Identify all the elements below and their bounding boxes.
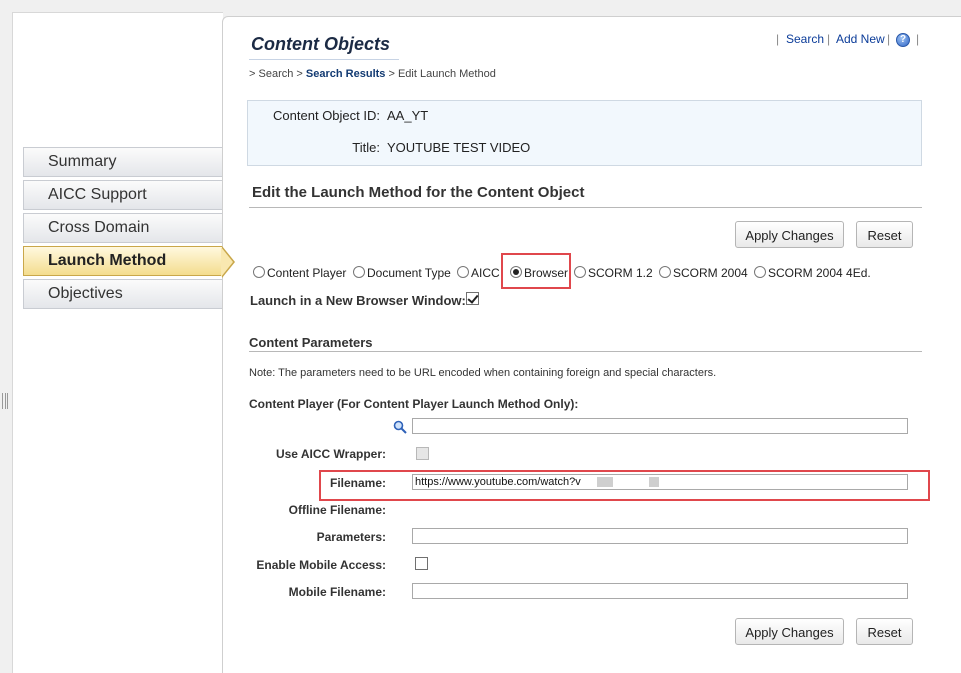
- mobile-access-label: Enable Mobile Access:: [256, 558, 386, 572]
- parameters-label: Parameters:: [316, 530, 386, 544]
- breadcrumb-current: Edit Launch Method: [397, 68, 496, 80]
- offline-filename-label: Offline Filename:: [288, 503, 386, 517]
- sidebar: Summary AICC Support Cross Domain Launch…: [12, 12, 223, 673]
- browser-highlight-box: [501, 253, 571, 289]
- radio-button[interactable]: [253, 266, 265, 278]
- sidebar-item-label: Cross Domain: [48, 219, 150, 236]
- content-object-id-value: AA_YT: [387, 108, 429, 123]
- mobile-access-checkbox[interactable]: [415, 557, 428, 570]
- radio-label: SCORM 1.2: [588, 266, 653, 280]
- radio-label: AICC: [471, 266, 500, 280]
- apply-changes-button[interactable]: Apply Changes: [735, 221, 844, 248]
- breadcrumb-search-results[interactable]: Search Results: [306, 68, 385, 80]
- parameters-input[interactable]: [412, 528, 908, 544]
- sidebar-item-aicc-support[interactable]: AICC Support: [23, 180, 223, 210]
- breadcrumb-search[interactable]: Search: [259, 68, 294, 80]
- splitter-handle[interactable]: [2, 393, 8, 409]
- sidebar-item-label: AICC Support: [48, 186, 147, 203]
- mobile-filename-label: Mobile Filename:: [288, 585, 386, 599]
- breadcrumb-separator: >: [296, 68, 303, 80]
- main-panel: Content Objects | Search | Add New | ? |…: [222, 16, 961, 673]
- filename-highlight-box: [319, 470, 930, 501]
- search-link[interactable]: Search: [786, 32, 824, 46]
- edit-launch-heading: Edit the Launch Method for the Content O…: [252, 184, 585, 201]
- sidebar-item-launch-method[interactable]: Launch Method: [23, 246, 223, 276]
- breadcrumb-separator: >: [249, 68, 256, 80]
- sidebar-item-label: Objectives: [48, 285, 123, 302]
- sidebar-item-summary[interactable]: Summary: [23, 147, 223, 177]
- aicc-wrapper-label: Use AICC Wrapper:: [275, 447, 386, 461]
- radio-button[interactable]: [754, 266, 766, 278]
- breadcrumb-separator: >: [388, 68, 395, 80]
- active-tab-arrow-fill: [221, 247, 233, 277]
- content-object-id-label: Content Object ID:: [273, 108, 380, 123]
- new-window-label: Launch in a New Browser Window:: [250, 293, 466, 308]
- sidebar-item-label: Summary: [48, 153, 117, 170]
- content-player-label: Content Player (For Content Player Launc…: [249, 397, 579, 411]
- page-title: Content Objects: [251, 34, 391, 54]
- sidebar-item-objectives[interactable]: Objectives: [23, 279, 223, 309]
- content-parameters-heading: Content Parameters: [249, 335, 373, 350]
- radio-button[interactable]: [353, 266, 365, 278]
- radio-button[interactable]: [659, 266, 671, 278]
- link-separator: |: [887, 32, 891, 46]
- add-new-link[interactable]: Add New: [836, 32, 885, 46]
- title-value: YOUTUBE TEST VIDEO: [387, 140, 531, 155]
- search-icon[interactable]: [393, 420, 407, 434]
- sidebar-item-cross-domain[interactable]: Cross Domain: [23, 213, 223, 243]
- title-underline: [249, 59, 399, 60]
- radio-label: SCORM 2004: [673, 266, 748, 280]
- section-divider: [249, 207, 922, 208]
- radio-label: Document Type: [367, 266, 451, 280]
- breadcrumb: > Search > Search Results > Edit Launch …: [249, 68, 496, 80]
- link-separator: |: [916, 32, 920, 46]
- content-player-input[interactable]: [412, 418, 908, 434]
- radio-button[interactable]: [574, 266, 586, 278]
- sidebar-item-label: Launch Method: [48, 252, 167, 269]
- link-separator: |: [827, 32, 831, 46]
- mobile-filename-input[interactable]: [412, 583, 908, 599]
- help-icon[interactable]: ?: [896, 33, 910, 47]
- radio-button[interactable]: [457, 266, 469, 278]
- new-window-checkbox[interactable]: [466, 292, 479, 305]
- title-label: Title:: [352, 140, 380, 155]
- link-separator: |: [776, 32, 780, 46]
- aicc-wrapper-checkbox[interactable]: [416, 447, 429, 460]
- radio-label: Content Player: [267, 266, 347, 280]
- url-encoding-note: Note: The parameters need to be URL enco…: [249, 367, 717, 379]
- reset-button-bottom[interactable]: Reset: [856, 618, 913, 645]
- content-object-info: Content Object ID: AA_YT Title: YOUTUBE …: [247, 100, 922, 166]
- radio-label: SCORM 2004 4Ed.: [768, 266, 871, 280]
- reset-button[interactable]: Reset: [856, 221, 913, 248]
- section-divider: [249, 351, 922, 352]
- apply-changes-button-bottom[interactable]: Apply Changes: [735, 618, 844, 645]
